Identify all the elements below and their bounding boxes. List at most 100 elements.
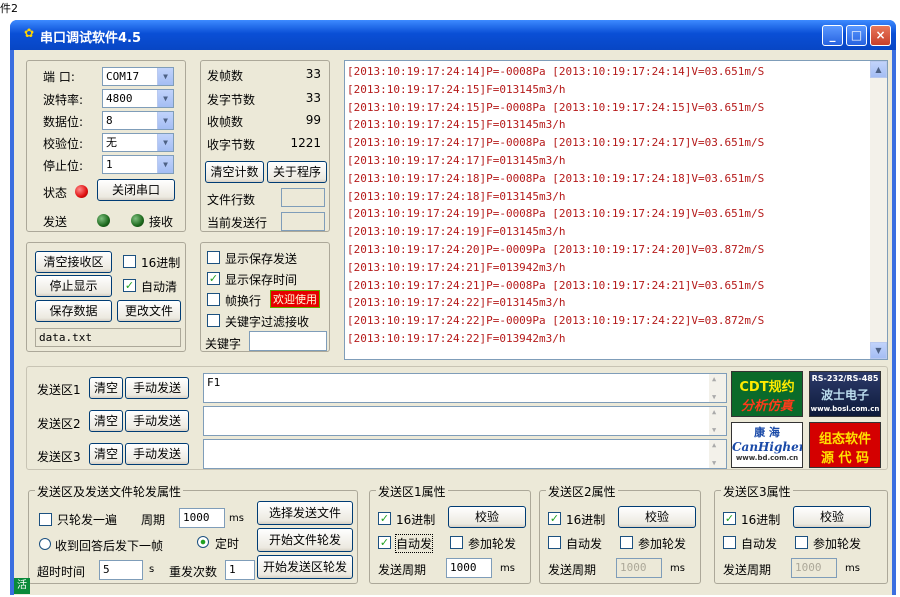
title-bar[interactable]: ✿ 串口调试软件4.5 _ □ × (10, 20, 896, 50)
tx-bytes-label: 发字节数 (207, 93, 256, 107)
maximize-button[interactable]: □ (846, 25, 867, 46)
send-area2-properties-group: 发送区2属性 ✓ 16进制 校验 自动发 参加轮发 发送周期 1000 ms (539, 483, 701, 584)
timed-radio[interactable] (197, 536, 209, 548)
baud-label: 波特率: (43, 93, 84, 107)
keyword-filter-checkbox[interactable] (207, 314, 220, 327)
area2-check-button[interactable]: 校验 (618, 506, 696, 528)
send-area3-manual-button[interactable]: 手动发送 (125, 443, 189, 465)
area2-hex-checkbox[interactable]: ✓ (548, 512, 561, 525)
frame-newline-checkbox[interactable] (207, 293, 220, 306)
bosl-ad-line2: 波士电子 (820, 388, 869, 402)
chevron-down-icon[interactable]: ▼ (157, 68, 173, 85)
send-area3-scrollbar[interactable]: ▲ ▼ (709, 440, 726, 468)
chevron-down-icon[interactable]: ▼ (157, 112, 173, 129)
receive-log[interactable]: [2013:10:19:17:24:14]P=-0008Pa [2013:10:… (344, 60, 888, 360)
current-line-field (281, 212, 325, 231)
config-software-ad-banner[interactable]: 组态软件 源 代 码 (809, 422, 881, 468)
baud-select[interactable]: 4800 ▼ (102, 89, 174, 108)
clear-receive-button[interactable]: 清空接收区 (35, 251, 112, 273)
close-button[interactable]: × (870, 25, 891, 46)
close-port-button[interactable]: 关闭串口 (97, 179, 175, 201)
autoclear-checkbox[interactable]: ✓ (123, 279, 136, 292)
area2-period-input[interactable]: 1000 (616, 558, 662, 578)
period-input[interactable]: 1000 (179, 508, 225, 528)
status-badge: 活 (14, 578, 30, 594)
hex-receive-label: 16进制 (141, 256, 181, 270)
send-area2-manual-button[interactable]: 手动发送 (125, 410, 189, 432)
receive-control-group: 清空接收区 16进制 停止显示 ✓ 自动清 保存数据 更改文件 data.txt (26, 242, 186, 352)
area3-hex-label: 16进制 (741, 513, 781, 527)
area3-period-label: 发送周期 (723, 563, 772, 577)
scroll-up-icon[interactable]: ▲ (870, 61, 887, 78)
hex-receive-checkbox[interactable] (123, 255, 136, 268)
area1-join-rotation-checkbox[interactable] (450, 536, 463, 549)
send-area3-clear-button[interactable]: 清空 (89, 443, 123, 465)
status-led (75, 185, 88, 198)
send-area1-clear-button[interactable]: 清空 (89, 377, 123, 399)
chevron-down-icon[interactable]: ▼ (157, 134, 173, 151)
send-area1-input[interactable]: F1 ▲ ▼ (203, 373, 727, 403)
about-button[interactable]: 关于程序 (267, 161, 327, 183)
area1-hex-checkbox[interactable]: ✓ (378, 512, 391, 525)
timeout-input[interactable]: 5 (99, 560, 143, 580)
area2-auto-send-checkbox[interactable] (548, 536, 561, 549)
cdt-ad-banner[interactable]: CDT规约 分析仿真 (731, 371, 803, 417)
area1-period-unit: ms (500, 563, 515, 574)
clear-count-button[interactable]: 清空计数 (205, 161, 264, 183)
stopbits-select[interactable]: 1 ▼ (102, 155, 174, 174)
port-select[interactable]: COM17 ▼ (102, 67, 174, 86)
area1-check-button[interactable]: 校验 (448, 506, 526, 528)
area3-auto-send-checkbox[interactable] (723, 536, 736, 549)
display-options-group: 显示保存发送 ✓ 显示保存时间 帧换行 欢迎使用 关键字过滤接收 关键字 (200, 242, 330, 352)
bosl-ad-banner[interactable]: RS-232/RS-485 波士电子 www.bosl.com.cn (809, 371, 881, 417)
area3-period-input[interactable]: 1000 (791, 558, 837, 578)
stopbits-value: 1 (106, 158, 113, 171)
canhigher-ad-line1: 康 海 (754, 426, 780, 439)
stopbits-label: 停止位: (43, 159, 84, 173)
send-area2-clear-button[interactable]: 清空 (89, 410, 123, 432)
area1-auto-send-checkbox[interactable]: ✓ (378, 536, 391, 549)
show-save-time-checkbox[interactable]: ✓ (207, 272, 220, 285)
start-area-rotation-button[interactable]: 开始发送区轮发 (257, 555, 353, 579)
change-file-button[interactable]: 更改文件 (117, 300, 181, 322)
send-area1-text: F1 (207, 376, 221, 389)
select-send-file-button[interactable]: 选择发送文件 (257, 501, 353, 525)
receive-log-lines: [2013:10:19:17:24:14]P=-0008Pa [2013:10:… (345, 61, 887, 348)
stats-group: 发帧数 33 发字节数 33 收帧数 99 收字节数 1221 清空计数 关于程… (200, 60, 330, 232)
area3-join-rotation-checkbox[interactable] (795, 536, 808, 549)
period-unit: ms (229, 513, 244, 524)
area3-period-unit: ms (845, 563, 860, 574)
tx-frames-value: 33 (305, 67, 321, 81)
chevron-down-icon[interactable]: ▼ (157, 90, 173, 107)
rx-frames-label: 收帧数 (207, 115, 244, 129)
minimize-button[interactable]: _ (822, 25, 843, 46)
area1-period-input[interactable]: 1000 (446, 558, 492, 578)
send-area1-scrollbar[interactable]: ▲ ▼ (709, 374, 726, 402)
area2-period-label: 发送周期 (548, 563, 597, 577)
area2-join-rotation-checkbox[interactable] (620, 536, 633, 549)
log-scrollbar[interactable]: ▲ ▼ (870, 61, 887, 359)
chevron-down-icon[interactable]: ▼ (157, 156, 173, 173)
send-area2-scrollbar[interactable]: ▲ ▼ (709, 407, 726, 435)
show-save-send-checkbox[interactable] (207, 251, 220, 264)
retry-input[interactable]: 1 (225, 560, 255, 580)
stop-display-button[interactable]: 停止显示 (35, 275, 112, 297)
canhigher-ad-banner[interactable]: 康 海 CanHigher www.bd.com.cn (731, 422, 803, 468)
save-data-button[interactable]: 保存数据 (35, 300, 112, 322)
send-area1-label: 发送区1 (37, 383, 81, 397)
send-area1-manual-button[interactable]: 手动发送 (125, 377, 189, 399)
keyword-input[interactable] (249, 331, 327, 351)
start-file-rotation-button[interactable]: 开始文件轮发 (257, 528, 353, 552)
reply-next-radio[interactable] (39, 538, 51, 550)
keyword-filter-label: 关键字过滤接收 (225, 315, 310, 329)
scroll-down-icon[interactable]: ▼ (870, 342, 887, 359)
area3-check-button[interactable]: 校验 (793, 506, 871, 528)
area3-hex-checkbox[interactable]: ✓ (723, 512, 736, 525)
parity-select[interactable]: 无 ▼ (102, 133, 174, 152)
send-area3-input[interactable]: ▲ ▼ (203, 439, 727, 469)
send-area2-input[interactable]: ▲ ▼ (203, 406, 727, 436)
app-icon: ✿ (24, 26, 35, 40)
parity-label: 校验位: (43, 137, 84, 151)
only-once-checkbox[interactable] (39, 513, 52, 526)
databits-select[interactable]: 8 ▼ (102, 111, 174, 130)
